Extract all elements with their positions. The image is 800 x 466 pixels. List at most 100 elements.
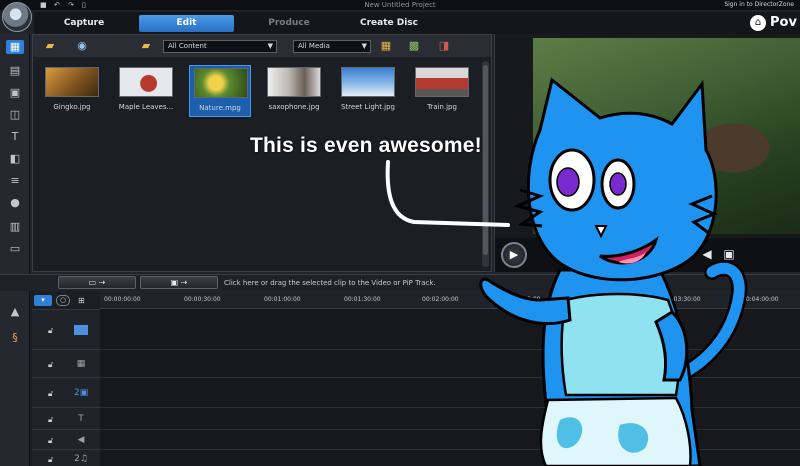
lock-icon[interactable]: 🔓︎: [48, 326, 53, 336]
timeline-tracks[interactable]: [100, 309, 800, 466]
ruler-tick: 00:04:00:00: [742, 296, 779, 303]
thumbnail-image: [341, 67, 395, 97]
chevron-down-icon: ▼: [267, 42, 273, 50]
track-divider: [100, 377, 800, 378]
library-item-label: Street Light.jpg: [340, 103, 396, 111]
voice-over-icon[interactable]: ●: [6, 196, 24, 210]
content-filter-value: All Content: [168, 42, 207, 50]
scrollbar-thumb[interactable]: [483, 65, 488, 255]
track-divider: [100, 449, 800, 450]
ruler-tick: 00:02:30:00: [504, 296, 541, 303]
thumbnail-image: [415, 67, 469, 97]
app-window: ■ ↶ ↷ ▯ New Untitled Project Sign in to …: [0, 0, 800, 466]
speaker-icon: ◀: [77, 435, 85, 445]
view-grid-icon[interactable]: ▦: [377, 38, 395, 53]
pip-track-icon: 2▣: [74, 388, 89, 398]
thumbnail-image: [119, 67, 173, 97]
signin-link[interactable]: Sign in to DirectorZone: [724, 1, 794, 8]
library-item-label: saxophone.jpg: [268, 103, 320, 111]
app-logo-icon[interactable]: [2, 2, 32, 32]
tab-capture[interactable]: Capture: [44, 15, 124, 32]
play-button[interactable]: ▶: [501, 242, 527, 268]
transition-room-icon[interactable]: ◧: [6, 152, 24, 166]
snapshot-icon[interactable]: ▣: [721, 246, 737, 262]
main-tabs: Capture Edit Produce Create Disc: [34, 12, 754, 34]
title-bar: ■ ↶ ↷ ▯ New Untitled Project Sign in to …: [0, 0, 800, 10]
lock-icon[interactable]: 🔓︎: [48, 389, 53, 399]
thumbnail-image: [194, 68, 248, 98]
library-toolbar: ▰ ◉ ▰ All Content ▼ All Media ▼ ▦ ▩ ◨: [33, 35, 491, 57]
folder-icon[interactable]: ▰: [137, 38, 155, 53]
preview-panel: ▶ ◀ ▣: [494, 34, 800, 272]
export-icon[interactable]: ◨: [435, 38, 453, 53]
media-filter-dropdown[interactable]: All Media ▼: [293, 40, 371, 53]
title-room-icon[interactable]: T: [6, 130, 24, 144]
download-globe-icon[interactable]: ◉: [73, 38, 91, 53]
library-item-label: Nature.mpg: [199, 104, 241, 112]
room-toolbar: ▦ ▤ ▣ ◫ T ◧ ≡ ● ▥ ▭: [0, 34, 30, 274]
particle-room-icon[interactable]: ◫: [6, 108, 24, 122]
import-folder-icon[interactable]: ▰: [41, 38, 59, 53]
library-item[interactable]: Gingko.jpg: [41, 65, 103, 117]
timeline-view-icon[interactable]: ▾: [34, 295, 52, 306]
track-divider: [100, 349, 800, 350]
music-track-icon: 2♫: [74, 454, 88, 464]
ruler-tick: 00:02:00:00: [422, 296, 459, 303]
track-action-strip: ▭ ⇢ ▣ ⇢ Click here or drag the selected …: [0, 274, 800, 290]
plugin-icon[interactable]: ▩: [405, 38, 423, 53]
timeline-panel: ▲ § ▾ ○ ⊞ 🔓︎ 🔓︎ ▦ 🔓︎ 2▣ 🔓︎ T 🔓︎ ◀ 🔓︎ 2♫ …: [0, 291, 800, 466]
track-hint-text: Click here or drag the selected clip to …: [224, 279, 436, 287]
insert-video-button[interactable]: ▭ ⇢: [58, 276, 136, 289]
timeline-view-tools: ▾ ○ ⊞: [32, 295, 100, 309]
insert-pip-button[interactable]: ▣ ⇢: [140, 276, 218, 289]
chevron-down-icon: ▼: [361, 42, 367, 50]
fit-icon[interactable]: ○: [56, 295, 70, 306]
ruler-tick: 00:00:00:00: [104, 296, 141, 303]
lock-icon[interactable]: 🔓︎: [48, 455, 53, 465]
tab-create-disc[interactable]: Create Disc: [344, 15, 434, 32]
library-item-label: Train.jpg: [427, 103, 457, 111]
pip-room-icon[interactable]: ▣: [6, 86, 24, 100]
ruler-tick: 00:01:00:00: [264, 296, 301, 303]
track-header-effect: 🔓︎ ▦: [32, 349, 100, 377]
lock-icon[interactable]: 🔓︎: [48, 360, 53, 370]
ruler-tick: 00:00:30:00: [184, 296, 221, 303]
timeline-side-toolbar: ▲ §: [0, 291, 30, 466]
brand-text: Pov: [770, 15, 797, 30]
media-room-icon[interactable]: ▦: [6, 40, 24, 54]
tab-produce[interactable]: Produce: [244, 15, 334, 32]
audio-mixing-icon[interactable]: ≡: [6, 174, 24, 188]
globe-icon[interactable]: ⌂: [750, 15, 766, 31]
library-scrollbar[interactable]: [482, 61, 489, 267]
storyboard-icon[interactable]: ▲: [6, 305, 24, 319]
tab-edit[interactable]: Edit: [139, 15, 234, 32]
preview-controls: ▶ ◀ ▣: [495, 238, 800, 272]
preview-video: [533, 38, 800, 234]
zoom-icon[interactable]: ⊞: [78, 295, 92, 306]
volume-icon[interactable]: ◀: [699, 246, 715, 262]
library-item[interactable]: Train.jpg: [411, 65, 473, 117]
effect-room-icon[interactable]: ▤: [6, 64, 24, 78]
library-item-selected[interactable]: Nature.mpg: [189, 65, 251, 117]
content-filter-dropdown[interactable]: All Content ▼: [163, 40, 277, 53]
thumbnail-image: [267, 67, 321, 97]
media-library-panel: ▰ ◉ ▰ All Content ▼ All Media ▼ ▦ ▩ ◨ Gi…: [32, 34, 492, 272]
chapter-room-icon[interactable]: ▥: [6, 220, 24, 234]
magic-tools-icon[interactable]: §: [6, 331, 24, 345]
track-header-pip: 🔓︎ 2▣: [32, 377, 100, 407]
library-item[interactable]: saxophone.jpg: [263, 65, 325, 117]
subtitle-room-icon[interactable]: ▭: [6, 242, 24, 256]
thumbnail-image: [45, 67, 99, 97]
video-track-icon: [74, 325, 88, 335]
lock-icon[interactable]: 🔓︎: [48, 436, 53, 446]
lock-icon[interactable]: 🔓︎: [48, 415, 53, 425]
library-item-label: Maple Leaves...: [118, 103, 174, 111]
ruler-tick: 00:03:30:00: [664, 296, 701, 303]
track-header-video: 🔓︎: [32, 309, 100, 349]
timeline-ruler[interactable]: 00:00:00:00 00:00:30:00 00:01:00:00 00:0…: [100, 291, 800, 309]
track-header-music: 🔓︎ 2♫: [32, 449, 100, 466]
title-track-icon: T: [78, 414, 84, 424]
library-item[interactable]: Maple Leaves...: [115, 65, 177, 117]
track-headers: 🔓︎ 🔓︎ ▦ 🔓︎ 2▣ 🔓︎ T 🔓︎ ◀ 🔓︎ 2♫: [32, 309, 100, 466]
library-item[interactable]: Street Light.jpg: [337, 65, 399, 117]
